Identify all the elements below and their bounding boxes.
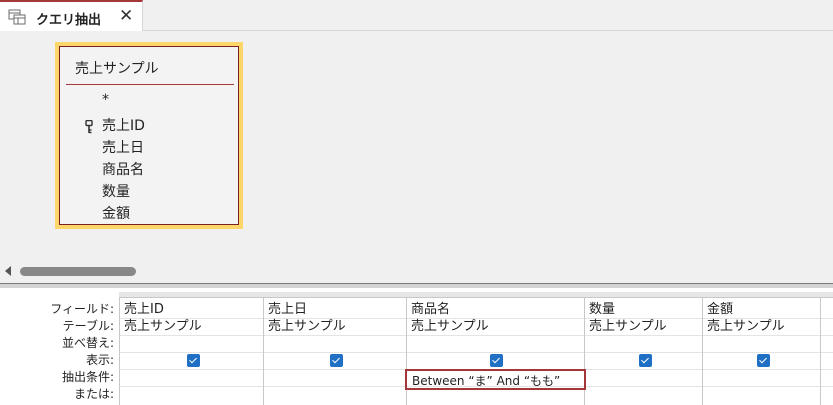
row-label-criteria: 抽出条件: [61,370,114,384]
show-checkbox[interactable] [639,354,652,367]
table-cell[interactable]: 売上サンプル [411,318,489,335]
horizontal-scrollbar[interactable] [0,260,833,282]
field-list-item[interactable]: 金額 [102,203,130,223]
scroll-left-arrow-icon[interactable] [5,266,11,276]
field-list-item[interactable]: 売上日 [102,137,144,157]
grid-column[interactable]: 売上日 売上サンプル [263,298,406,405]
table-pane[interactable]: 売上サンプル * 売上ID 売上日 商品名 数量 金額 [0,32,833,260]
close-icon[interactable]: ✕ [119,6,133,26]
grid-column[interactable]: 数量 売上サンプル [584,298,702,405]
query-design-window: クエリ抽出 ✕ 売上サンプル * 売上ID 売上日 商品名 数量 金額 フィール… [0,0,833,405]
scrollbar-thumb[interactable] [20,267,136,276]
document-tab-bar: クエリ抽出 ✕ [0,0,833,31]
field-list-title[interactable]: 売上サンプル [75,58,159,78]
table-field-list[interactable]: 売上サンプル * 売上ID 売上日 商品名 数量 金額 [55,42,243,229]
key-icon [85,119,93,134]
table-cell[interactable]: 売上サンプル [124,318,202,335]
grid-column[interactable]: 金額 売上サンプル [702,298,820,405]
show-checkbox[interactable] [330,354,343,367]
show-checkbox[interactable] [187,354,200,367]
field-cell[interactable]: 数量 [589,301,615,318]
field-list-item-all[interactable]: * [102,92,109,108]
row-label-field: フィールド: [50,302,114,316]
field-list-item[interactable]: 商品名 [102,159,144,179]
table-cell[interactable]: 売上サンプル [707,318,785,335]
field-list-item[interactable]: 売上ID [102,115,145,135]
field-cell[interactable]: 売上ID [124,301,164,318]
show-checkbox[interactable] [490,354,503,367]
field-cell[interactable]: 売上日 [268,301,307,318]
row-label-table: テーブル: [62,319,114,333]
field-list-divider [66,84,234,85]
grid-column-empty[interactable] [820,298,833,405]
tab-title: クエリ抽出 [36,13,102,28]
field-cell[interactable]: 商品名 [411,301,450,318]
query-icon [8,9,26,25]
row-label-or: または: [73,387,114,401]
row-label-show: 表示: [85,353,114,367]
row-label-sort: 並べ替え: [61,336,114,350]
criteria-cell-highlight[interactable]: Between “ま” And “もも” [405,369,586,390]
show-checkbox[interactable] [757,354,770,367]
table-cell[interactable]: 売上サンプル [268,318,346,335]
field-list-item[interactable]: 数量 [102,181,130,201]
grid-column[interactable]: 売上ID 売上サンプル [119,298,263,405]
tab-query[interactable]: クエリ抽出 ✕ [0,0,143,31]
table-cell[interactable]: 売上サンプル [589,318,667,335]
criteria-text[interactable]: Between “ま” And “もも” [412,372,560,389]
field-cell[interactable]: 金額 [707,301,733,318]
